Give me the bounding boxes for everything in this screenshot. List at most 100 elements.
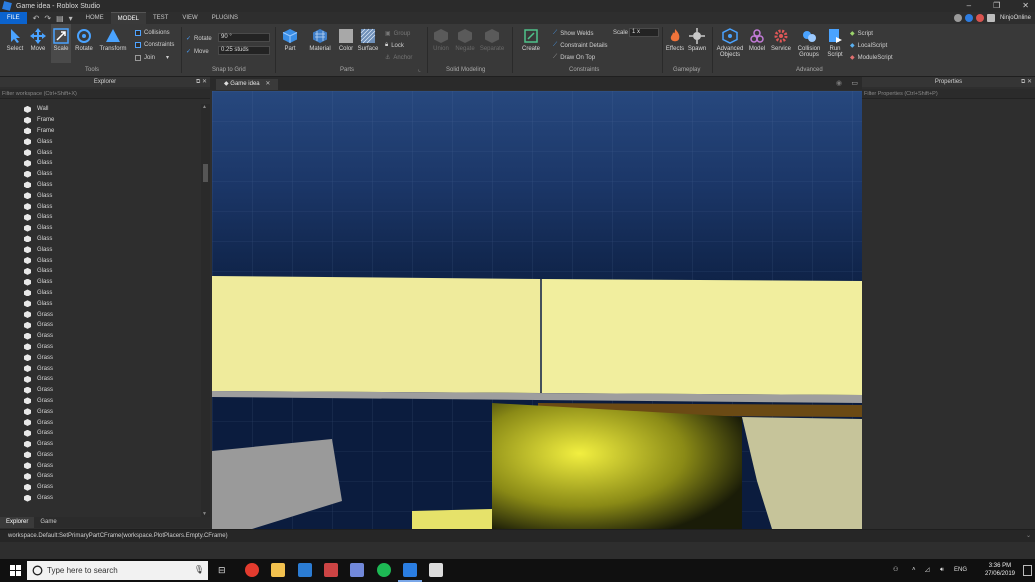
paste-icon[interactable]: ▤ (56, 14, 64, 23)
scale-button[interactable]: Scale (51, 24, 71, 63)
draw-on-top-toggle[interactable]: ⟋ Draw On Top (553, 54, 595, 61)
tab-view[interactable]: VIEW (175, 12, 204, 24)
file-explorer-icon[interactable] (271, 563, 285, 577)
redo-icon[interactable]: ↷ (44, 14, 51, 23)
model-button[interactable]: Model (747, 24, 767, 52)
union-button[interactable]: Union (430, 24, 452, 52)
explorer-item[interactable]: Grass (0, 482, 200, 493)
tray-expand-icon[interactable]: ˄ (912, 559, 916, 582)
explorer-item[interactable]: Glass (0, 136, 200, 147)
tab-game[interactable]: Game (34, 517, 62, 528)
explorer-item[interactable]: Glass (0, 255, 200, 266)
volume-icon[interactable]: 🔊︎ (940, 559, 944, 582)
notifications-icon[interactable] (1023, 565, 1032, 576)
microphone-icon[interactable]: 🎙︎ (194, 565, 204, 574)
username[interactable]: NinjoOnline (1000, 15, 1031, 21)
spawn-button[interactable]: Spawn (686, 24, 708, 52)
tab-home[interactable]: HOME (79, 12, 111, 24)
local-script-button[interactable]: ◆ LocalScript (850, 42, 887, 50)
explorer-item[interactable]: Wall (0, 104, 200, 115)
explorer-item[interactable]: Frame (0, 115, 200, 126)
people-icon[interactable]: ⚇ (893, 559, 898, 582)
explorer-item[interactable]: Glass (0, 288, 200, 299)
explorer-item[interactable]: Glass (0, 158, 200, 169)
module-script-button[interactable]: ◆ ModuleScript (850, 54, 893, 62)
command-bar-input[interactable]: workspace.Default:SetPrimaryPartCFrame(w… (0, 529, 1035, 542)
explorer-item[interactable]: Glass (0, 190, 200, 201)
collision-groups-button[interactable]: Collision Groups (795, 24, 823, 58)
explorer-item[interactable]: Grass (0, 450, 200, 461)
visibility-icon[interactable]: ◉ (836, 79, 842, 87)
task-view-icon[interactable]: ⊟ (218, 563, 232, 577)
advanced-objects-button[interactable]: Advanced Objects (714, 24, 746, 58)
parts-expand-icon[interactable]: ⌞ (418, 66, 421, 73)
settings-icon[interactable] (964, 14, 973, 22)
group-button[interactable]: ▣ Group (385, 30, 410, 38)
maximize-button[interactable]: ❐ (993, 0, 1000, 12)
explorer-item[interactable]: Glass (0, 298, 200, 309)
create-constraint-button[interactable]: Create (519, 24, 543, 52)
constraint-details-toggle[interactable]: ⟋ Constraint Details (553, 42, 608, 49)
explorer-item[interactable]: Grass (0, 417, 200, 428)
explorer-filter-input[interactable]: Filter workspace (Ctrl+Shift+X) (0, 89, 210, 99)
yellow-wall-left[interactable] (212, 276, 540, 393)
explorer-item[interactable]: Grass (0, 428, 200, 439)
explorer-item[interactable]: Frame (0, 126, 200, 137)
part-button[interactable]: Part (280, 24, 300, 52)
explorer-item[interactable]: Grass (0, 396, 200, 407)
share-icon[interactable] (986, 14, 995, 22)
network-icon[interactable]: ◿ (925, 559, 930, 582)
script-button[interactable]: ◆ Script (850, 30, 873, 38)
panel-close-icon[interactable]: ⧉ ✕ (196, 77, 207, 87)
chrome-icon[interactable] (245, 563, 259, 577)
explorer-item[interactable]: Glass (0, 212, 200, 223)
tab-test[interactable]: TEST (146, 12, 175, 24)
surface-button[interactable]: Surface (357, 24, 379, 52)
constraint-scale-input[interactable]: 1 x (629, 28, 659, 37)
lock-button[interactable]: 🔒︎ Lock (385, 42, 404, 49)
explorer-item[interactable]: Glass (0, 244, 200, 255)
panel-close-icon[interactable]: ⧉ ✕ (1021, 77, 1032, 87)
move-snap-input[interactable]: 0.25 studs (218, 46, 270, 55)
tab-plugins[interactable]: PLUGINS (205, 12, 245, 24)
tab-explorer[interactable]: Explorer (0, 517, 35, 528)
negate-button[interactable]: Negate (453, 24, 477, 52)
join-toggle[interactable]: Join ▾ (135, 54, 169, 61)
explorer-item[interactable]: Grass (0, 374, 200, 385)
constraints-toggle[interactable]: Constraints (135, 42, 174, 48)
explorer-item[interactable]: Grass (0, 460, 200, 471)
explorer-item[interactable]: Glass (0, 201, 200, 212)
scroll-up-icon[interactable]: ▲ (202, 104, 207, 110)
explorer-item[interactable]: Grass (0, 406, 200, 417)
explorer-item[interactable]: Grass (0, 320, 200, 331)
explorer-scrollbar[interactable]: ▲ ▼ (201, 104, 210, 517)
close-button[interactable]: ✕ (1022, 0, 1029, 12)
3d-viewport[interactable] (212, 91, 862, 529)
file-menu[interactable]: FILE (0, 12, 27, 24)
snap-move-toggle[interactable]: ✓ Move (186, 48, 209, 56)
tab-close-icon[interactable]: ✕ (265, 81, 270, 87)
explorer-item[interactable]: Glass (0, 169, 200, 180)
discord-icon[interactable] (350, 563, 364, 577)
notification-icon[interactable] (975, 14, 984, 22)
scene-render[interactable] (212, 91, 862, 529)
mail-icon[interactable] (298, 563, 312, 577)
select-button[interactable]: Select (5, 24, 25, 52)
glowing-block[interactable] (492, 403, 742, 529)
explorer-item[interactable]: Grass (0, 309, 200, 320)
yellow-wall-right[interactable] (542, 279, 862, 395)
taskbar-clock[interactable]: 3:36 PM 27/06/2019 (985, 562, 1015, 578)
roblox-studio-taskbar-icon[interactable] (403, 563, 417, 577)
spotify-icon[interactable] (377, 563, 391, 577)
snap-rotate-toggle[interactable]: ✓ Rotate (186, 35, 212, 43)
explorer-item[interactable]: Glass (0, 277, 200, 288)
explorer-item[interactable]: Grass (0, 385, 200, 396)
tab-model[interactable]: MODEL (110, 11, 146, 25)
anchor-button[interactable]: ⚓︎ Anchor (385, 54, 412, 62)
explorer-item[interactable]: Grass (0, 493, 200, 504)
explorer-item[interactable]: Grass (0, 342, 200, 353)
join-dropdown-icon[interactable]: ▾ (166, 54, 169, 61)
rotate-snap-input[interactable]: 90 ° (218, 33, 270, 42)
explorer-item[interactable]: Glass (0, 223, 200, 234)
show-welds-toggle[interactable]: ⟋ Show Welds (553, 30, 593, 37)
